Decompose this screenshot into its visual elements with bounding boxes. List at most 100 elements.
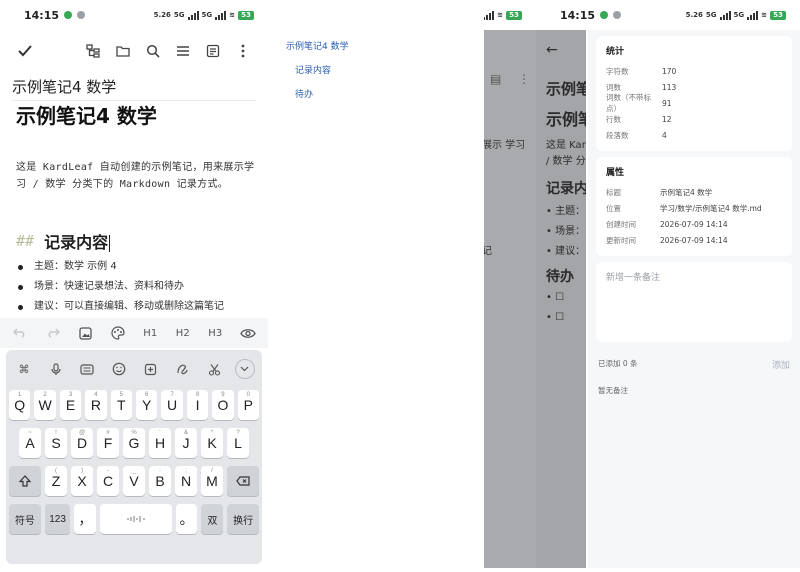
palette-icon[interactable]	[105, 322, 131, 344]
key-x[interactable]: ) X	[71, 466, 93, 496]
checkbox-icon: • ☐	[546, 312, 565, 323]
key-q[interactable]: 1Q	[8, 390, 31, 420]
key-label: P	[243, 397, 253, 413]
network-type-2: 5G	[201, 11, 213, 19]
undo-icon[interactable]	[7, 322, 33, 344]
emoji-icon[interactable]	[108, 358, 130, 380]
key-label: S	[51, 435, 61, 451]
outline-panel: 14:15 5.26 5G 5G ≋ 53 ▤ ⋮ 展示 学习 记 示例笔记4 …	[268, 0, 536, 572]
keyboard-layout-icon[interactable]	[76, 358, 98, 380]
key-label: W	[38, 397, 52, 413]
note-info-icon[interactable]	[198, 37, 228, 65]
heading-1-button[interactable]: H1	[137, 322, 163, 344]
key-alt-label: )	[81, 468, 83, 474]
key-s[interactable]: ! S	[45, 428, 67, 458]
key-e[interactable]: 3E	[59, 390, 82, 420]
key-o[interactable]: 9O	[212, 390, 234, 420]
outline-icon[interactable]	[168, 37, 198, 65]
key-label: C	[102, 473, 114, 489]
key-label: R	[90, 397, 101, 413]
space-key[interactable]	[100, 504, 172, 534]
key-k[interactable]: * K	[201, 428, 223, 458]
tree-icon[interactable]	[78, 37, 108, 65]
key-j[interactable]: & J	[175, 428, 197, 458]
detail-row: 字符数 170	[606, 63, 782, 79]
shift-key[interactable]	[9, 466, 41, 496]
key-r[interactable]: 4R	[85, 390, 107, 420]
notification-icon	[600, 11, 609, 19]
outline-item-todo[interactable]: 待办	[286, 88, 349, 112]
cut-icon[interactable]	[203, 358, 225, 380]
key-b[interactable]: :B	[149, 466, 171, 496]
outline-item-h1[interactable]: 示例笔记4 数学	[286, 40, 349, 64]
key-v[interactable]: _ V	[123, 466, 145, 496]
add-note-button[interactable]: 添加	[772, 358, 790, 371]
chevron-down-icon[interactable]	[234, 359, 255, 379]
key-alt-label: 5	[119, 392, 123, 398]
key-n[interactable]: ; N	[175, 466, 197, 496]
detail-row: 标题 示例笔记4 数学	[606, 184, 782, 200]
add-note-row: 已添加 0 条 添加	[596, 358, 792, 371]
key-t[interactable]: 5T	[110, 390, 132, 420]
key-label: X	[77, 473, 87, 489]
key-u[interactable]: 7U	[161, 390, 183, 420]
network-type-2: 5G	[733, 11, 745, 19]
key-y[interactable]: 6Y	[136, 390, 158, 420]
outline-item-h2[interactable]: 记录内容	[286, 64, 349, 88]
microphone-icon[interactable]	[45, 358, 67, 380]
detail-value: 113	[662, 82, 677, 92]
key-c[interactable]: -C	[97, 466, 119, 496]
key-p[interactable]: 0P	[237, 390, 260, 420]
more-vert-icon[interactable]	[228, 37, 258, 65]
language-switch-key[interactable]: 双	[201, 504, 224, 534]
key-m[interactable]: / M	[201, 466, 223, 496]
backspace-key[interactable]	[227, 466, 259, 496]
add-note-input[interactable]: 新增一条备注	[596, 262, 792, 342]
net-speed: 5.26	[153, 11, 171, 19]
check-icon[interactable]	[10, 37, 40, 65]
detail-key: 更新时间	[606, 235, 636, 245]
heading-3-button[interactable]: H3	[202, 322, 228, 344]
enter-key[interactable]: 换行	[227, 504, 260, 534]
key-alt-label: *	[210, 430, 214, 436]
key-alt-label: /	[211, 468, 213, 474]
redo-icon[interactable]	[40, 322, 66, 344]
note-info-icon: ▤	[490, 72, 502, 86]
search-icon[interactable]	[138, 37, 168, 65]
comma-key[interactable]: ，	[74, 504, 97, 534]
folder-icon[interactable]	[108, 37, 138, 65]
preview-eye-icon[interactable]	[235, 322, 261, 344]
key-l[interactable]: ? L	[227, 428, 249, 458]
key-w[interactable]: 2W	[34, 390, 56, 420]
detail-key: 字符数	[606, 66, 629, 76]
detail-row: 词数（不带标点） 91	[606, 93, 782, 113]
wifi-icon: ≋	[497, 11, 503, 19]
key-label: Q	[14, 397, 26, 413]
details-panel: 14:15 5.26 5G 5G ≋ 53 ← 示例笔 示例笔 这是 Kar /…	[536, 0, 800, 572]
editor-toolbar	[0, 36, 268, 66]
key-f[interactable]: # F	[97, 428, 119, 458]
background-text: • 建议：	[546, 246, 586, 257]
numeric-key[interactable]: 123	[44, 504, 71, 534]
key-alt-label: (	[55, 468, 57, 474]
heading-2-button[interactable]: H2	[170, 322, 196, 344]
image-icon[interactable]	[72, 322, 98, 344]
clipboard-icon[interactable]	[140, 358, 162, 380]
key-z[interactable]: (Z	[45, 466, 67, 496]
key-g[interactable]: % G	[123, 428, 145, 458]
drawer-scrim[interactable]: ▤ ⋮ 展示 学习 记	[482, 30, 536, 568]
command-icon[interactable]: ⌘	[13, 358, 35, 380]
period-key[interactable]: 。	[175, 504, 198, 534]
key-i[interactable]: 8I	[186, 390, 209, 420]
key-alt-label: ~	[28, 430, 32, 436]
key-d[interactable]: @ D	[71, 428, 93, 458]
handwriting-icon[interactable]	[172, 358, 194, 380]
key-h[interactable]: ' H	[149, 428, 171, 458]
symbol-key[interactable]: 符号	[9, 504, 41, 534]
markdown-editor[interactable]: 示例笔记4 数学 这是 KardLeaf 自动创建的示例笔记，用来展示学习 / …	[16, 98, 258, 317]
key-a[interactable]: ~ A	[19, 428, 41, 458]
list-item-text: 主题：数学 示例 4	[34, 261, 117, 272]
intro-paragraph: 这是 KardLeaf 自动创建的示例笔记，用来展示学习 / 数学 分类下的 M…	[16, 162, 255, 190]
dimmed-editor-background[interactable]: ← 示例笔 示例笔 这是 Kar / 数学 分 记录内 • 主题： • 场景： …	[536, 30, 586, 568]
key-alt-label: 2	[43, 392, 47, 398]
